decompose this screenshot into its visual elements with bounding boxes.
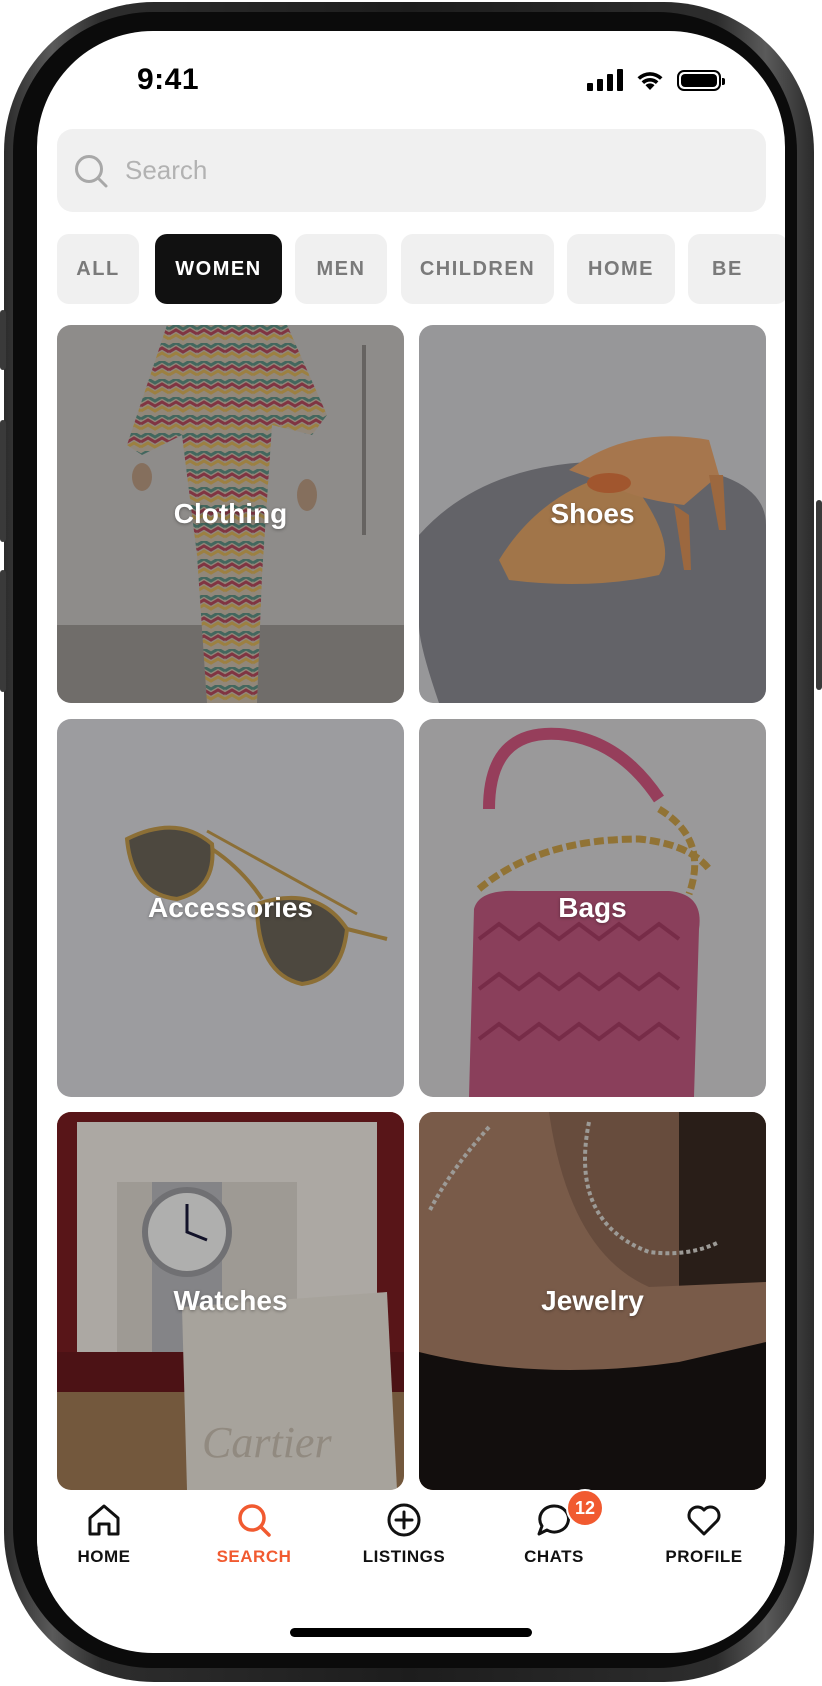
search-bar[interactable]: [57, 129, 766, 212]
home-icon: [88, 1504, 120, 1536]
tab-home[interactable]: HOME: [37, 1501, 179, 1567]
tab-label: SEARCH: [216, 1547, 292, 1566]
tab-chats[interactable]: 12 CHATS: [479, 1489, 629, 1567]
category-label: Shoes: [550, 498, 635, 529]
chip-men[interactable]: MEN: [295, 234, 387, 304]
status-icons: [587, 69, 725, 91]
bottom-tab-bar: HOME SEARCH LISTINGS 12 CHATS PROFILE: [37, 1489, 785, 1601]
chip-children[interactable]: CHILDREN: [401, 234, 554, 304]
chip-beauty[interactable]: BE: [688, 234, 785, 304]
tab-label: PROFILE: [665, 1547, 743, 1566]
search-icon: [238, 1504, 271, 1537]
heart-icon: [687, 1505, 721, 1536]
search-icon: [75, 154, 108, 187]
chip-all[interactable]: ALL: [57, 234, 139, 304]
category-tile-jewelry[interactable]: Jewelry: [419, 1112, 766, 1490]
battery-icon: [677, 69, 725, 91]
category-label: Watches: [173, 1285, 288, 1316]
category-tile-clothing[interactable]: Clothing: [57, 325, 404, 703]
wifi-icon: [637, 72, 663, 90]
unread-count-badge: 12: [566, 1489, 604, 1527]
category-label: Clothing: [173, 498, 288, 529]
volume-up-button: [0, 420, 6, 542]
category-tile-bags[interactable]: Bags: [419, 719, 766, 1097]
tab-search[interactable]: SEARCH: [179, 1501, 329, 1567]
tab-profile[interactable]: PROFILE: [629, 1501, 779, 1567]
category-label: Bags: [558, 892, 627, 923]
tab-label: CHATS: [524, 1547, 584, 1566]
mute-switch: [0, 310, 6, 370]
category-label: Jewelry: [541, 1285, 644, 1316]
chip-home[interactable]: HOME: [567, 234, 675, 304]
power-button: [816, 500, 822, 690]
category-filter-chips: ALL WOMEN MEN CHILDREN HOME BE: [57, 234, 785, 304]
category-tile-shoes[interactable]: Shoes: [419, 325, 766, 703]
plus-circle-icon: [387, 1503, 421, 1537]
tab-listings[interactable]: LISTINGS: [329, 1501, 479, 1567]
search-input[interactable]: [125, 155, 685, 186]
volume-down-button: [0, 570, 6, 692]
chip-women[interactable]: WOMEN: [155, 234, 282, 304]
category-label: Accessories: [147, 892, 313, 923]
home-indicator: [290, 1628, 532, 1637]
category-tile-accessories[interactable]: Accessories: [57, 719, 404, 1097]
category-tile-watches[interactable]: Cartier Watches: [57, 1112, 404, 1490]
status-time: 9:41: [137, 63, 200, 96]
tab-label: HOME: [77, 1547, 131, 1566]
tab-label: LISTINGS: [362, 1547, 446, 1566]
app-screen: 9:41 ALL WOMEN MEN CHILDREN HOME BE: [37, 31, 785, 1653]
cellular-signal-icon: [587, 69, 623, 91]
